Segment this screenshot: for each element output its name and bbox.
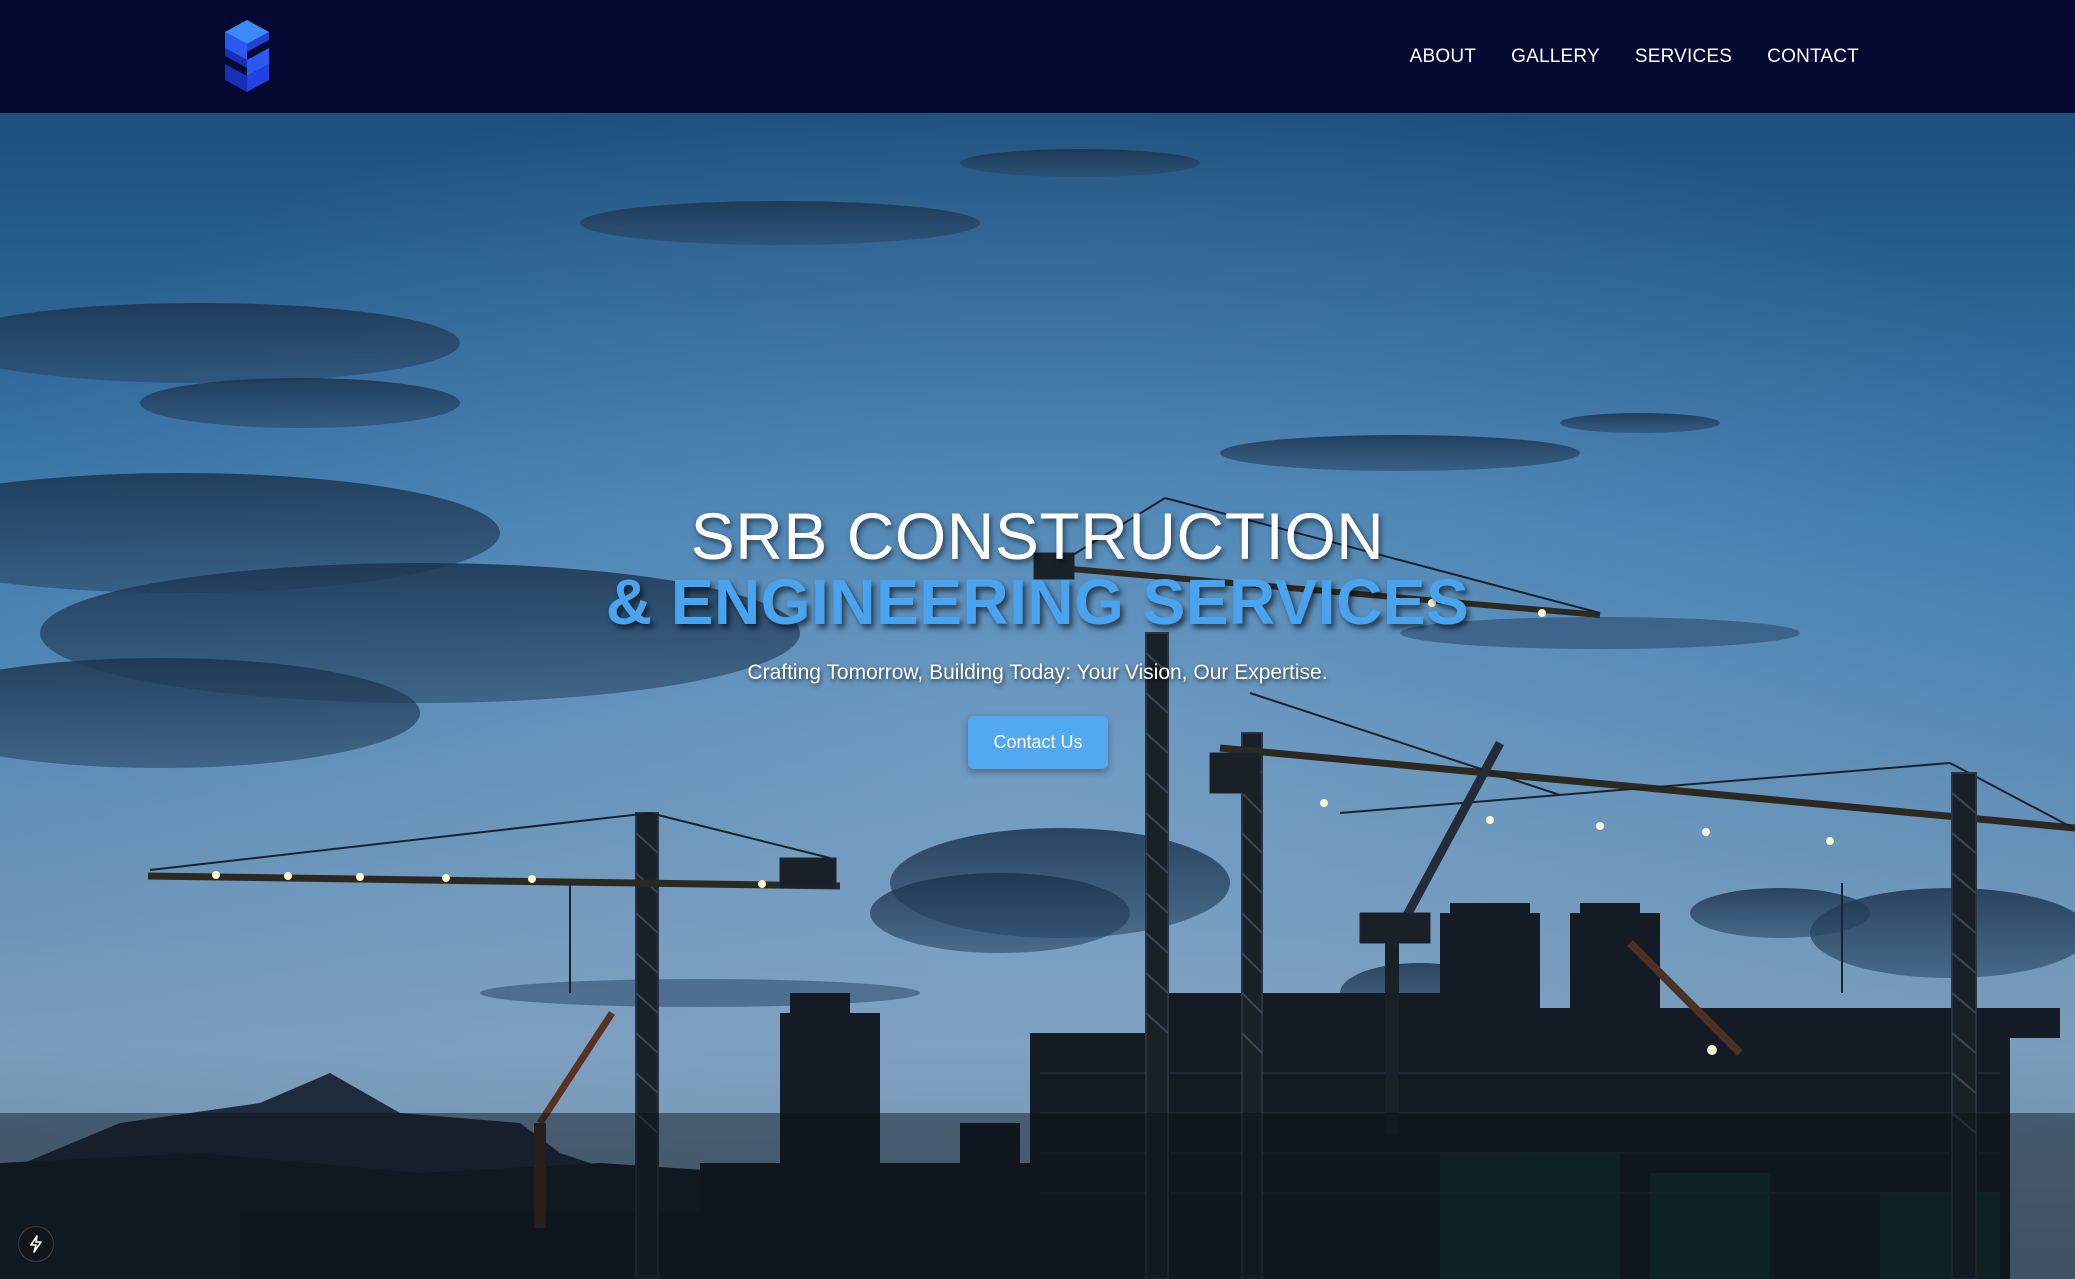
nav-link-gallery[interactable]: GALLERY bbox=[1511, 46, 1600, 68]
lightning-bolt-icon[interactable] bbox=[18, 1226, 54, 1262]
hero-subtitle: & ENGINEERING SERVICES bbox=[605, 566, 1470, 638]
hero-title: SRB CONSTRUCTION bbox=[690, 499, 1385, 573]
hero-background-image bbox=[0, 113, 2075, 1279]
nav-link-contact[interactable]: CONTACT bbox=[1767, 46, 1859, 68]
top-navbar: ABOUT GALLERY SERVICES CONTACT bbox=[0, 0, 2075, 113]
hero-section: SRB CONSTRUCTION & ENGINEERING SERVICES … bbox=[0, 113, 2075, 1279]
main-nav: ABOUT GALLERY SERVICES CONTACT bbox=[1410, 0, 1859, 113]
page: ABOUT GALLERY SERVICES CONTACT SRB CONST… bbox=[0, 0, 2075, 1279]
nav-link-services[interactable]: SERVICES bbox=[1635, 46, 1732, 68]
hero-tagline: Crafting Tomorrow, Building Today: Your … bbox=[747, 661, 1328, 684]
nav-link-about[interactable]: ABOUT bbox=[1410, 46, 1476, 68]
contact-us-button[interactable]: Contact Us bbox=[968, 716, 1108, 769]
srb-logo-icon[interactable] bbox=[219, 18, 275, 94]
